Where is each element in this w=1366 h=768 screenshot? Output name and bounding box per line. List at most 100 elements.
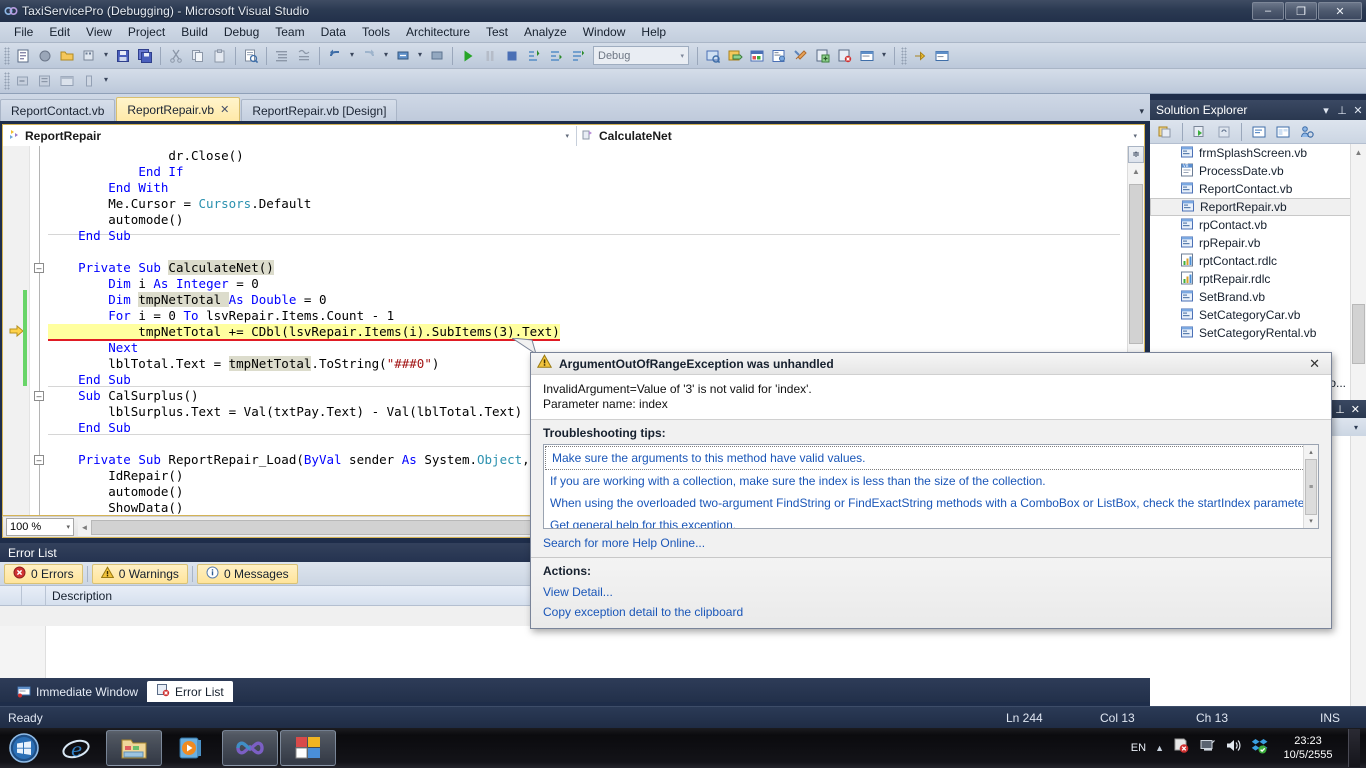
toolbar-grip-2[interactable]: [901, 47, 907, 65]
step-icon[interactable]: [12, 70, 34, 92]
object-browser-icon-2[interactable]: [1296, 121, 1318, 143]
errors-filter-button[interactable]: 0 Errors: [4, 564, 83, 584]
taskbar-item-internet-explorer[interactable]: e: [48, 730, 104, 766]
solution-explorer-item[interactable]: SetBrand.vb: [1150, 288, 1366, 306]
toolbox-icon[interactable]: [746, 45, 768, 67]
close-icon[interactable]: ✕: [220, 103, 229, 116]
object-browser-icon[interactable]: [768, 45, 790, 67]
code-line[interactable]: End Sub: [48, 228, 1124, 244]
exception-action-link[interactable]: Copy exception detail to the clipboard: [543, 602, 1319, 622]
exception-assistant-dialog[interactable]: ArgumentOutOfRangeException was unhandle…: [530, 352, 1332, 629]
find-icon[interactable]: [240, 45, 262, 67]
save-all-dropdown-icon[interactable]: [78, 45, 100, 67]
tray-language-indicator[interactable]: EN: [1131, 742, 1146, 754]
tab-list-dropdown-icon[interactable]: ▾: [1139, 106, 1144, 117]
code-line[interactable]: For i = 0 To lsvRepair.Items.Count - 1: [48, 308, 1124, 324]
taskbar-item-media-player[interactable]: [164, 730, 220, 766]
dropbox-icon[interactable]: [1251, 737, 1268, 759]
error-list-rows[interactable]: [0, 626, 1150, 678]
zoom-level-combo[interactable]: 100 % ▾: [6, 518, 74, 536]
code-line[interactable]: tmpNetTotal += CDbl(lsvRepair.Items(i).S…: [48, 324, 1124, 340]
scroll-up-arrow-icon[interactable]: ▲: [1128, 163, 1144, 179]
properties-icon[interactable]: [1154, 121, 1176, 143]
menu-item-help[interactable]: Help: [633, 23, 674, 41]
menu-item-architecture[interactable]: Architecture: [398, 23, 478, 41]
undo-icon[interactable]: [324, 45, 346, 67]
immediate-window-icon[interactable]: [931, 45, 953, 67]
troubleshooting-tip-link[interactable]: Get general help for this exception.: [544, 514, 1318, 529]
panel-close-icon[interactable]: ✕: [1350, 104, 1366, 117]
uncomment-icon[interactable]: [293, 45, 315, 67]
fold-toggle-3[interactable]: –: [34, 455, 44, 465]
copy-icon[interactable]: [187, 45, 209, 67]
tips-scroll-down-icon[interactable]: ▾: [1304, 514, 1318, 528]
code-line[interactable]: Dim i As Integer = 0: [48, 276, 1124, 292]
taskbar-item-application-window[interactable]: [280, 730, 336, 766]
add-item-icon[interactable]: [34, 45, 56, 67]
background-panel-dropdown-icon[interactable]: ▾: [1354, 423, 1358, 432]
close-button[interactable]: ✕: [1318, 2, 1362, 20]
view-designer-icon[interactable]: [1272, 121, 1294, 143]
menu-item-edit[interactable]: Edit: [41, 23, 78, 41]
column-icon[interactable]: [78, 70, 100, 92]
toolbar-grip-3[interactable]: [4, 72, 10, 90]
code-line[interactable]: automode(): [48, 212, 1124, 228]
document-tab-2[interactable]: ReportRepair.vb [Design]: [241, 99, 397, 121]
open-dropdown-arrow[interactable]: ▾: [100, 50, 112, 62]
solution-explorer-item[interactable]: rptRepair.rdlc: [1150, 270, 1366, 288]
cut-icon[interactable]: [165, 45, 187, 67]
toolbar-overflow-arrow[interactable]: ▾: [878, 50, 890, 62]
redo-dropdown-arrow[interactable]: ▾: [380, 50, 392, 62]
show-desktop-button[interactable]: [1348, 729, 1360, 767]
menu-item-view[interactable]: View: [78, 23, 120, 41]
network-icon[interactable]: [1199, 737, 1216, 759]
menu-item-file[interactable]: File: [6, 23, 41, 41]
fold-toggle[interactable]: –: [34, 263, 44, 273]
tray-show-hidden-icon[interactable]: ▲: [1155, 743, 1164, 753]
new-project-icon[interactable]: [12, 45, 34, 67]
stop-icon[interactable]: [501, 45, 523, 67]
background-panel-pin-icon[interactable]: ⊥: [1335, 403, 1345, 416]
se-scroll-up-arrow-icon[interactable]: ▲: [1351, 144, 1366, 160]
menu-item-build[interactable]: Build: [173, 23, 216, 41]
step-out-icon[interactable]: [567, 45, 589, 67]
show-all-files-icon[interactable]: [1189, 121, 1211, 143]
troubleshooting-tip-link[interactable]: When using the overloaded two-argument F…: [544, 492, 1318, 514]
code-line[interactable]: [48, 244, 1124, 260]
menu-item-debug[interactable]: Debug: [216, 23, 267, 41]
warnings-filter-button[interactable]: 0 Warnings: [92, 564, 188, 584]
code-line[interactable]: End If: [48, 164, 1124, 180]
solution-explorer-item[interactable]: ReportContact.vb: [1150, 180, 1366, 198]
tray-clock[interactable]: 23:23 10/5/2555: [1277, 734, 1339, 762]
code-line[interactable]: Private Sub CalculateNet(): [48, 260, 1124, 276]
pause-icon[interactable]: [479, 45, 501, 67]
toolbar-grip[interactable]: [4, 47, 10, 65]
solution-explorer-item[interactable]: rpRepair.vb: [1150, 234, 1366, 252]
redo-icon[interactable]: [358, 45, 380, 67]
tips-scrollbar[interactable]: ▴ ≡ ▾: [1303, 445, 1318, 528]
menu-item-tools[interactable]: Tools: [354, 23, 398, 41]
document-tab-0[interactable]: ReportContact.vb: [0, 99, 115, 121]
se-scrollbar-thumb[interactable]: [1352, 304, 1365, 364]
tips-scroll-up-icon[interactable]: ▴: [1304, 445, 1318, 459]
refresh-icon[interactable]: [1213, 121, 1235, 143]
editor-split-button[interactable]: ≑: [1128, 146, 1144, 163]
step-into-icon[interactable]: [523, 45, 545, 67]
goto-icon[interactable]: [909, 45, 931, 67]
code-line[interactable]: dr.Close(): [48, 148, 1124, 164]
menu-item-project[interactable]: Project: [120, 23, 173, 41]
solution-explorer-item[interactable]: SetCategoryCar.vb: [1150, 306, 1366, 324]
menu-item-window[interactable]: Window: [575, 23, 634, 41]
solution-explorer-item[interactable]: ReportRepair.vb: [1150, 198, 1366, 216]
solution-explorer-item[interactable]: rpContact.vb: [1150, 216, 1366, 234]
solution-explorer-item[interactable]: VBProcessDate.vb: [1150, 162, 1366, 180]
start-debug-icon[interactable]: [457, 45, 479, 67]
windows-start-orb-icon[interactable]: [0, 729, 48, 767]
document-tab-1[interactable]: ReportRepair.vb✕: [116, 97, 240, 121]
background-panel-close-icon[interactable]: ✕: [1351, 403, 1360, 416]
taskbar-item-visual-studio[interactable]: [222, 730, 278, 766]
menu-item-analyze[interactable]: Analyze: [516, 23, 575, 41]
properties-window-icon[interactable]: [724, 45, 746, 67]
paste-icon[interactable]: [209, 45, 231, 67]
window-icon[interactable]: [56, 70, 78, 92]
